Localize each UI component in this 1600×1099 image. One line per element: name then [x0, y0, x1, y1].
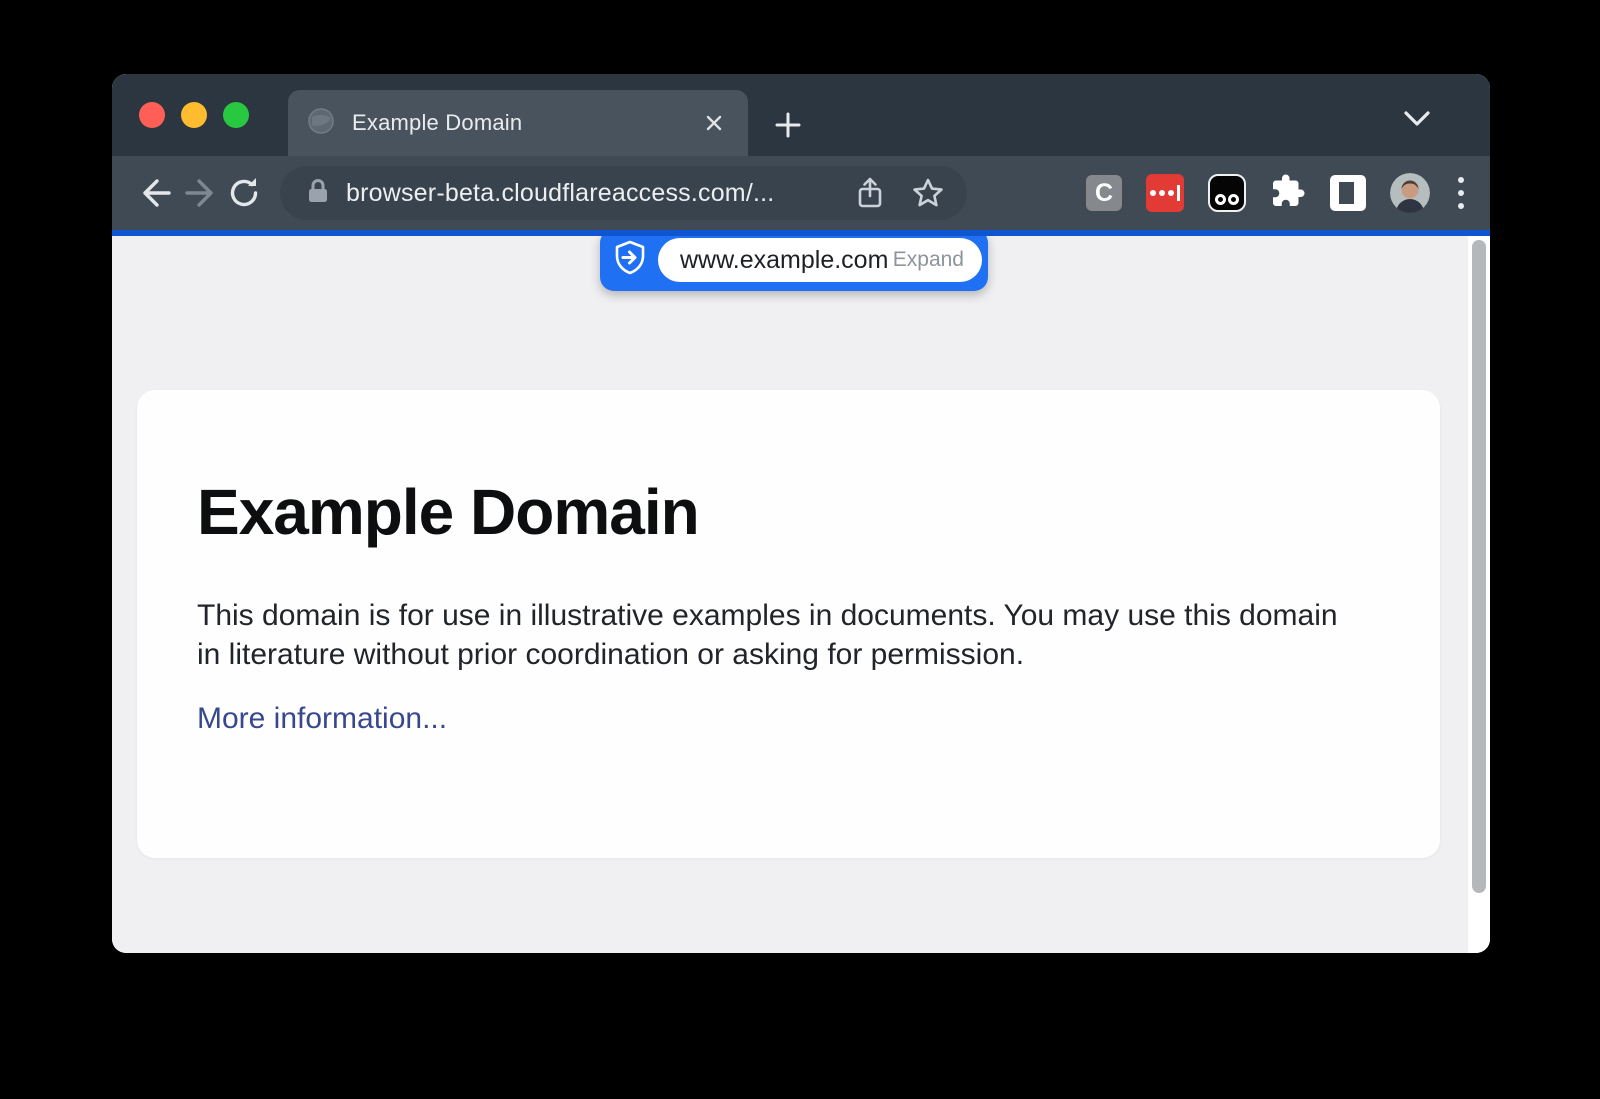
- page-viewport: www.example.com Expand Example Domain Th…: [112, 236, 1490, 953]
- globe-favicon-icon: [308, 108, 334, 139]
- page-title: Example Domain: [197, 390, 1380, 544]
- page-paragraph: This domain is for use in illustrative e…: [197, 596, 1347, 674]
- browser-window: Example Domain: [112, 74, 1490, 953]
- tab-search-chevron-icon[interactable]: [1402, 110, 1432, 133]
- callout-domain-pill[interactable]: www.example.com Expand: [658, 238, 982, 282]
- traffic-lights: [139, 102, 249, 128]
- share-icon[interactable]: [855, 176, 885, 210]
- tab-strip: Example Domain: [112, 74, 1490, 156]
- scrollbar-track[interactable]: [1468, 236, 1490, 953]
- reload-button[interactable]: [222, 171, 266, 215]
- close-window-button[interactable]: [139, 102, 165, 128]
- address-bar[interactable]: browser-beta.cloudflareaccess.com/...: [280, 166, 967, 220]
- url-text[interactable]: browser-beta.cloudflareaccess.com/...: [346, 179, 774, 208]
- forward-button[interactable]: [178, 171, 222, 215]
- page-card: Example Domain This domain is for use in…: [137, 390, 1440, 858]
- expand-button[interactable]: Expand: [893, 248, 964, 272]
- toolbar: browser-beta.cloudflareaccess.com/... C: [112, 156, 1490, 230]
- more-information-link[interactable]: More information...: [197, 702, 447, 736]
- back-button[interactable]: [134, 171, 178, 215]
- tab-example-domain[interactable]: Example Domain: [288, 90, 748, 156]
- zoom-window-button[interactable]: [223, 102, 249, 128]
- c-extension-icon[interactable]: C: [1086, 175, 1122, 211]
- tab-close-icon[interactable]: [700, 109, 728, 137]
- scrollbar-thumb[interactable]: [1472, 240, 1486, 893]
- binoculars-extension-icon[interactable]: [1208, 174, 1246, 212]
- password-manager-extension-icon[interactable]: [1146, 174, 1184, 212]
- remote-browser-callout[interactable]: www.example.com Expand: [600, 236, 988, 291]
- callout-domain-text: www.example.com: [680, 246, 888, 275]
- menu-kebab-icon[interactable]: [1454, 177, 1468, 209]
- lock-icon[interactable]: [306, 178, 330, 209]
- side-panel-icon[interactable]: [1330, 175, 1366, 211]
- new-tab-button[interactable]: [768, 105, 808, 145]
- puzzle-extensions-icon[interactable]: [1270, 173, 1306, 214]
- extensions-row: C: [1086, 173, 1468, 214]
- bookmark-star-icon[interactable]: [911, 176, 945, 210]
- minimize-window-button[interactable]: [181, 102, 207, 128]
- tab-title: Example Domain: [352, 110, 700, 136]
- profile-avatar[interactable]: [1390, 173, 1430, 213]
- shield-arrow-icon: [614, 240, 646, 281]
